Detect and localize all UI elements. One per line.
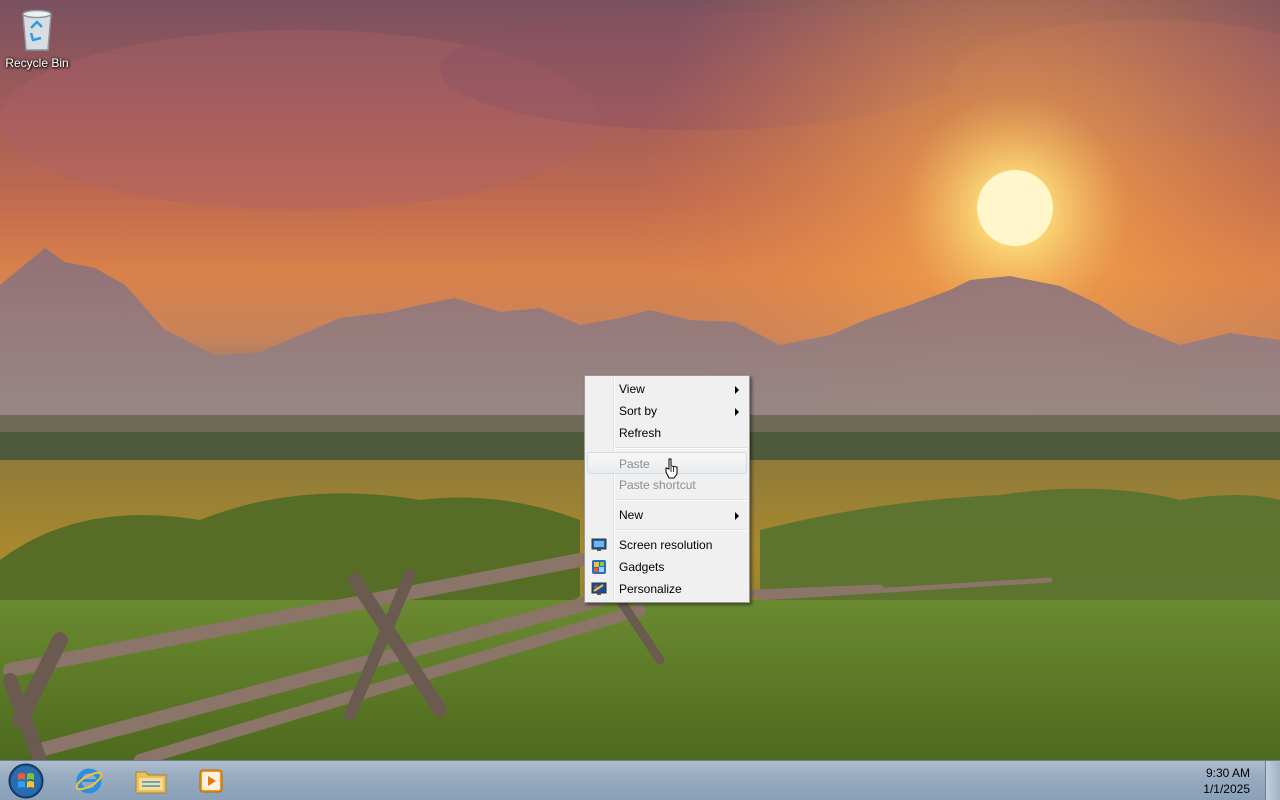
menu-item-screen-resolution[interactable]: Screen resolution	[587, 534, 747, 556]
submenu-arrow-icon	[735, 512, 739, 520]
internet-explorer-icon	[75, 768, 103, 794]
menu-item-label: View	[619, 382, 645, 396]
menu-item-sort-by[interactable]: Sort by	[587, 400, 747, 422]
menu-item-label: Screen resolution	[619, 538, 713, 552]
desktop[interactable]: Recycle Bin View Sort by Refresh Paste P…	[0, 0, 1280, 760]
menu-item-new[interactable]: New	[587, 504, 747, 526]
recycle-bin-shortcut[interactable]: Recycle Bin	[4, 6, 70, 70]
personalize-icon	[591, 582, 607, 595]
start-button[interactable]	[2, 762, 50, 800]
menu-separator	[615, 447, 747, 449]
menu-separator	[615, 529, 747, 531]
submenu-arrow-icon	[735, 408, 739, 416]
menu-item-label: New	[619, 508, 644, 522]
mouse-pointer-icon	[665, 458, 678, 479]
recycle-bin-icon	[22, 9, 52, 51]
system-clock[interactable]: 9:30 AM 1/1/2025	[1190, 765, 1250, 797]
clock-date: 1/1/2025	[1203, 782, 1250, 796]
menu-item-refresh[interactable]: Refresh	[587, 422, 747, 444]
taskbar: 9:30 AM 1/1/2025	[0, 760, 1280, 800]
taskbar-media-player[interactable]	[184, 762, 238, 800]
submenu-arrow-icon	[735, 386, 739, 394]
menu-item-label: Paste shortcut	[619, 478, 696, 492]
windows-start-orb-icon	[8, 763, 44, 799]
menu-item-gadgets[interactable]: Gadgets	[587, 556, 747, 578]
screen-resolution-icon	[591, 538, 607, 551]
menu-item-label: Personalize	[619, 582, 682, 596]
recycle-bin-label: Recycle Bin	[5, 56, 69, 70]
taskbar-windows-explorer[interactable]	[124, 762, 178, 800]
taskbar-internet-explorer[interactable]	[62, 762, 116, 800]
show-desktop-button[interactable]	[1265, 761, 1280, 800]
menu-item-label: Sort by	[619, 404, 658, 418]
clock-time: 9:30 AM	[1205, 766, 1250, 780]
menu-item-label: Paste	[619, 457, 650, 471]
menu-item-view[interactable]: View	[587, 378, 747, 400]
menu-item-label: Gadgets	[619, 560, 665, 574]
media-player-icon	[199, 769, 223, 793]
menu-item-label: Refresh	[619, 426, 662, 440]
desktop-context-menu: View Sort by Refresh Paste Paste shortcu…	[584, 375, 750, 603]
menu-item-personalize[interactable]: Personalize	[587, 578, 747, 600]
menu-separator	[615, 499, 747, 501]
gadgets-icon	[592, 560, 606, 574]
folder-explorer-icon	[135, 771, 167, 794]
